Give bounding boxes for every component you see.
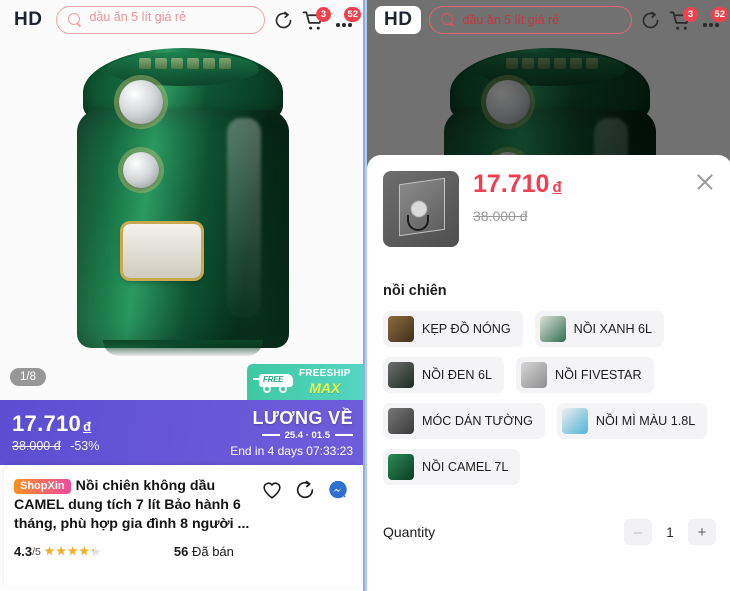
hd-badge: HD [14,9,43,30]
discount-percent: -53% [70,439,100,454]
left-phone-panel: 1/8 FREE FREESHIP MAX HD dầu ăn 5 lít gi… [0,0,365,591]
rating-max: /5 [32,545,41,558]
search-bar[interactable]: dầu ăn 5 lít giá rẻ [429,6,632,34]
campaign-title: LƯƠNG VỀ [252,407,353,428]
close-icon[interactable] [694,171,716,193]
top-bar: HD dầu ăn 5 lít giá rẻ 3 52 [367,0,730,40]
free-tag-label: FREE [263,375,284,384]
variant-option-list: KẸP ĐỒ NÓNG NỒI XANH 6L NỒI ĐEN 6L NỒI F… [383,311,716,485]
product-info-card: ShopXin Nồi chiên không dầu CAMEL dung tí… [4,465,361,587]
more-dots-icon[interactable]: 52 [333,6,361,31]
variant-option[interactable]: NỒI XANH 6L [534,311,665,347]
variant-option[interactable]: NỒI FIVESTAR [516,357,654,393]
variant-option[interactable]: NỒI MÌ MÀU 1.8L [556,403,708,439]
more-dots-icon[interactable]: 52 [700,6,728,31]
currency-symbol: đ [552,179,562,196]
cart-badge: 3 [683,6,698,22]
currency-symbol: đ [83,418,92,434]
image-counter: 1/8 [10,368,46,386]
variant-option[interactable]: KẸP ĐỒ NÓNG [383,311,523,347]
cart-icon[interactable]: 3 [669,6,698,31]
search-icon [441,13,455,27]
more-badge: 52 [344,6,361,22]
quantity-label: Quantity [383,524,436,540]
air-fryer-product-image [76,48,289,356]
sold-count-row: 56 Đã bán [174,544,234,559]
quantity-row: Quantity – 1 + [383,519,716,545]
variant-option[interactable]: NỒI CAMEL 7L [383,449,521,485]
shop-badge: ShopXin [14,478,71,494]
variant-bottom-sheet: 17.710 đ 38.000 đ nồi chiên KẸP ĐỒ NÓNG N… [367,155,730,591]
sold-count: 56 [173,544,189,560]
messenger-chat-icon[interactable] [327,479,349,501]
current-price: 17.710 đ [12,410,92,436]
variant-thumb-icon [388,362,414,388]
cart-badge: 3 [316,6,331,22]
price-banner: 17.710 đ 38.000 đ -53% LƯƠNG VỀ 25.4 · 01… [0,400,363,465]
top-bar: HD dầu ăn 5 lít giá rẻ 3 52 [0,0,363,40]
search-input[interactable]: dầu ăn 5 lít giá rẻ [462,13,559,27]
variant-label: NỒI ĐEN 6L [422,368,492,382]
variant-group-label: nồi chiên [383,283,447,299]
variant-label: NỒI FIVESTAR [555,368,642,382]
quantity-decrease-button[interactable]: – [624,519,652,545]
rating-stars: ★★★★★ ★★★★★ [43,544,102,559]
heart-icon[interactable] [261,479,283,501]
variant-label: NỒI MÌ MÀU 1.8L [595,414,696,428]
variant-option[interactable]: NỒI ĐEN 6L [383,357,504,393]
refresh-icon[interactable] [273,10,294,31]
product-image-gallery[interactable]: 1/8 FREE FREESHIP MAX [0,0,363,400]
hd-badge: HD [375,6,422,34]
truck-icon: FREE [253,370,295,394]
search-input[interactable]: dầu ăn 5 lít giá rẻ [89,10,186,24]
freeship-label: FREESHIP [299,368,351,379]
more-badge: 52 [711,6,728,22]
rating-value: 4.3 [14,544,33,560]
refresh-icon[interactable] [640,10,661,31]
variant-thumb-icon [561,408,588,434]
campaign-dates: 25.4 · 01.5 [284,429,330,441]
freeship-max-badge: FREE FREESHIP MAX [247,364,363,400]
variant-thumbnail[interactable] [383,171,459,247]
search-icon [68,13,82,27]
dual-panel-screenshot: 1/8 FREE FREESHIP MAX HD dầu ăn 5 lít gi… [0,0,730,591]
sold-label: Đã bán [191,544,234,560]
quantity-value: 1 [666,524,674,540]
variant-thumb-icon [539,316,566,342]
countdown-text: End in 4 days 07:33:23 [230,443,353,458]
quantity-stepper: – 1 + [624,519,716,545]
cart-icon[interactable]: 3 [302,6,331,31]
original-price: 38.000 đ [12,439,61,454]
variant-thumb-icon [388,408,414,434]
variant-label: MÓC DÁN TƯỜNG [422,414,533,428]
quantity-increase-button[interactable]: + [688,519,716,545]
variant-thumb-icon [388,316,414,342]
variant-label: KẸP ĐỒ NÓNG [422,322,511,336]
variant-label: NỒI CAMEL 7L [422,460,509,474]
freeship-max-label: MAX [309,380,341,396]
sheet-current-price: 17.710 đ [473,170,562,198]
variant-option[interactable]: MÓC DÁN TƯỜNG [383,403,545,439]
variant-thumb-icon [388,454,414,480]
variant-label: NỒI XANH 6L [573,322,653,336]
sheet-original-price: 38.000 đ [473,207,528,224]
search-bar[interactable]: dầu ăn 5 lít giá rẻ [56,6,265,34]
right-phone-panel: HD dầu ăn 5 lít giá rẻ 3 52 17.710 đ 38.… [365,0,730,591]
variant-thumb-icon [521,362,547,388]
share-refresh-icon[interactable] [294,479,316,501]
